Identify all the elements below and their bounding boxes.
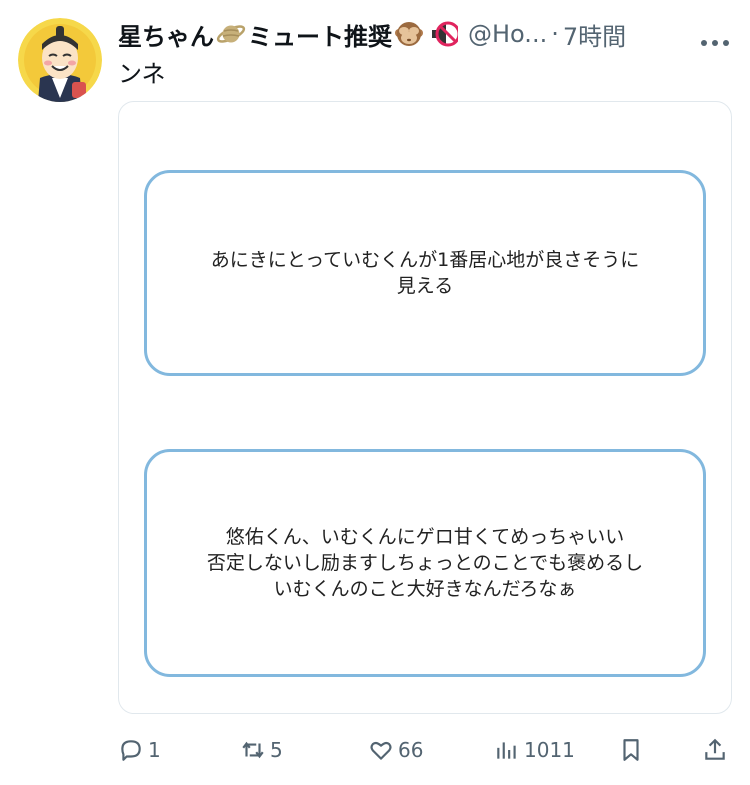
view-count: 1011 (524, 738, 575, 762)
bubble-line: いむくんのこと大好きなんだろなぁ (273, 578, 577, 600)
more-options-icon[interactable] (700, 32, 730, 46)
bubble-line: あにきにとっていむくんが1番居心地が良さそうに (210, 249, 640, 271)
retweet-button[interactable]: 5 (240, 730, 283, 770)
tweet-text: ンネ (118, 60, 166, 88)
separator-dot: · (551, 20, 559, 48)
tweet-header: 星ちゃん ミュート推奨 @Ho... · 7時間 (118, 14, 732, 54)
tweet-image[interactable]: あにきにとっていむくんが1番居心地が良さそうに 見える 悠佑くん、いむくんにゲロ… (118, 101, 732, 714)
message-bubble: 悠佑くん、いむくんにゲロ甘くてめっちゃいい 否定しないし励ますしちょっとのことで… (144, 449, 706, 677)
bubble-line: 否定しないし励ますしちょっとのことでも褒めるし (206, 552, 644, 574)
reply-button[interactable]: 1 (118, 730, 161, 770)
retweet-count: 5 (270, 738, 283, 762)
bubble-line: 見える (396, 275, 454, 297)
user-handle[interactable]: @Ho... (468, 20, 547, 48)
timestamp[interactable]: 7時間 (563, 17, 626, 52)
avatar-illustration (18, 18, 102, 102)
share-button[interactable] (702, 730, 732, 770)
display-name[interactable]: 星ちゃん (118, 17, 214, 52)
views-button[interactable]: 1011 (494, 730, 575, 770)
like-button[interactable]: 66 (368, 730, 423, 770)
avatar[interactable] (18, 18, 102, 102)
bookmark-button[interactable] (618, 730, 648, 770)
action-bar: 1 5 66 1011 (118, 730, 732, 770)
muted-speaker-icon (428, 19, 461, 49)
reply-icon (121, 740, 141, 761)
message-bubble: あにきにとっていむくんが1番居心地が良さそうに 見える (144, 170, 706, 376)
views-chart-icon (497, 742, 516, 759)
ringed-planet-icon (216, 19, 246, 49)
bubble-line: 悠佑くん、いむくんにゲロ甘くてめっちゃいい (225, 526, 625, 548)
share-icon (705, 738, 725, 760)
display-name-suffix[interactable]: ミュート推奨 (248, 17, 392, 52)
retweet-icon (242, 741, 264, 759)
bookmark-icon (623, 739, 639, 761)
like-count: 66 (398, 738, 424, 762)
see-no-evil-monkey-icon (394, 19, 424, 49)
reply-count: 1 (148, 738, 161, 762)
heart-icon (370, 741, 392, 760)
